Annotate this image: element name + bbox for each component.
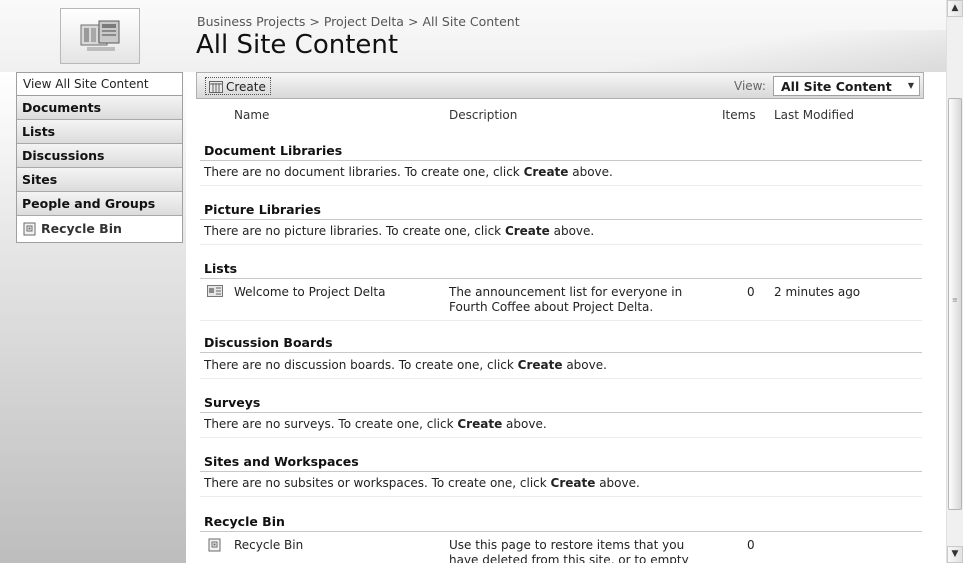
create-emphasis: Create [517, 358, 563, 372]
section-divider [200, 471, 922, 472]
empty-message-document-libraries: There are no document libraries. To crea… [204, 165, 613, 179]
toolbar: Create View: All Site Content ▼ [196, 72, 924, 99]
section-heading-picture-libraries: Picture Libraries [204, 202, 321, 217]
breadcrumb-current: All Site Content [422, 14, 520, 29]
column-header-last-modified: Last Modified [774, 108, 855, 122]
section-heading-surveys: Surveys [204, 395, 261, 410]
section-heading-discussion-boards: Discussion Boards [204, 335, 333, 350]
scroll-down-arrow-icon[interactable]: ▼ [947, 546, 963, 563]
empty-message-sites-and-workspaces: There are no subsites or workspaces. To … [204, 476, 640, 490]
scroll-up-arrow-icon[interactable]: ▲ [947, 0, 963, 17]
view-label: View: [734, 79, 766, 93]
section-heading-document-libraries: Document Libraries [204, 143, 343, 158]
empty-message-text: above. [595, 476, 640, 490]
list-item-last-modified: 2 minutes ago [774, 285, 861, 299]
vertical-scrollbar[interactable]: ▲ ≡ ▼ [946, 0, 963, 563]
create-emphasis: Create [523, 165, 569, 179]
empty-message-discussion-boards: There are no discussion boards. To creat… [204, 358, 607, 372]
section-heading-lists: Lists [204, 261, 238, 276]
column-header-description: Description [449, 108, 518, 122]
row-divider [200, 437, 922, 438]
nav-item-people-and-groups[interactable]: People and Groups [17, 192, 182, 216]
row-divider [200, 320, 922, 321]
description-line: Fourth Coffee about Project Delta. [449, 300, 654, 314]
nav-item-discussions[interactable]: Discussions [17, 144, 182, 168]
create-label: Create [226, 80, 266, 94]
section-divider [200, 531, 922, 532]
scrollbar-grip: ≡ [952, 296, 958, 304]
description-line: Use this page to restore items that you [449, 538, 685, 552]
nav-recycle-bin-label: Recycle Bin [41, 221, 122, 236]
create-icon [209, 81, 223, 93]
description-line: The announcement list for everyone in [449, 285, 683, 299]
column-header-name[interactable]: Name [234, 108, 269, 122]
create-emphasis: Create [550, 476, 596, 490]
empty-message-picture-libraries: There are no picture libraries. To creat… [204, 224, 594, 238]
row-divider [200, 378, 922, 379]
empty-message-text: There are no surveys. To create one, cli… [204, 417, 458, 431]
page-title: All Site Content [196, 30, 399, 60]
create-emphasis: Create [504, 224, 550, 238]
empty-message-text: above. [562, 358, 607, 372]
nav-item-recycle-bin[interactable]: Recycle Bin [17, 216, 182, 242]
nav-item-documents[interactable]: Documents [17, 96, 182, 120]
site-logo-icon [80, 20, 120, 51]
list-item-description: The announcement list for everyone in Fou… [449, 285, 682, 315]
empty-message-text: above. [549, 224, 595, 238]
view-select-value: All Site Content [781, 79, 892, 94]
create-button[interactable]: Create [205, 77, 271, 95]
row-divider [200, 244, 922, 245]
chevron-down-icon: ▼ [907, 81, 914, 90]
description-line: have deleted from this site, or to empty [449, 553, 689, 563]
row-divider [200, 496, 922, 497]
empty-message-surveys: There are no surveys. To create one, cli… [204, 417, 547, 431]
section-divider [200, 278, 922, 279]
section-divider [200, 160, 922, 161]
list-item-name-welcome[interactable]: Welcome to Project Delta [234, 285, 385, 299]
recycle-bin-item-count: 0 [747, 538, 755, 552]
left-nav: View All Site Content Documents Lists Di… [16, 72, 183, 243]
create-emphasis: Create [457, 417, 503, 431]
scrollbar-thumb[interactable]: ≡ [948, 98, 962, 510]
column-header-items: Items [722, 108, 756, 122]
view-select[interactable]: All Site Content ▼ [773, 76, 920, 96]
site-logo[interactable] [60, 8, 140, 64]
section-divider [200, 412, 922, 413]
breadcrumb-separator: > [407, 14, 419, 29]
breadcrumb-link-business-projects[interactable]: Business Projects [197, 14, 305, 29]
list-item-count: 0 [747, 285, 755, 299]
empty-message-text: above. [568, 165, 613, 179]
nav-view-all-site-content[interactable]: View All Site Content [17, 73, 182, 96]
section-heading-recycle-bin: Recycle Bin [204, 514, 285, 529]
breadcrumb-link-project-delta[interactable]: Project Delta [324, 14, 404, 29]
empty-message-text: There are no picture libraries. To creat… [204, 224, 505, 238]
breadcrumb-separator: > [309, 14, 320, 29]
announcement-list-icon [207, 285, 223, 297]
row-divider [200, 185, 922, 186]
section-heading-sites-and-workspaces: Sites and Workspaces [204, 454, 359, 469]
section-divider [200, 352, 922, 353]
nav-item-sites[interactable]: Sites [17, 168, 182, 192]
empty-message-text: There are no discussion boards. To creat… [204, 358, 518, 372]
recycle-bin-icon [208, 538, 221, 552]
page: Business Projects > Project Delta > All Site… [0, 0, 946, 563]
header-decoration [560, 30, 946, 72]
empty-message-text: There are no subsites or workspaces. To … [204, 476, 551, 490]
nav-item-lists[interactable]: Lists [17, 120, 182, 144]
recycle-bin-item-name[interactable]: Recycle Bin [234, 538, 303, 552]
empty-message-text: There are no document libraries. To crea… [204, 165, 524, 179]
section-divider [200, 219, 922, 220]
breadcrumb: Business Projects > Project Delta > All Site… [197, 14, 520, 29]
recycle-bin-icon [23, 222, 36, 236]
recycle-bin-item-description: Use this page to restore items that you h… [449, 538, 689, 563]
empty-message-text: above. [502, 417, 547, 431]
